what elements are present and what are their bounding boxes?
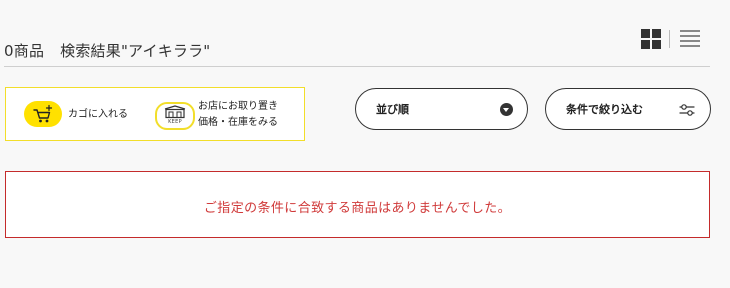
chevron-down-circle-icon [500,103,513,116]
header-divider [4,66,710,67]
view-toggle [641,29,703,49]
icon-legend: カゴに入れる KEEP お店にお取り置き 価格・在庫をみる [5,87,305,141]
result-count: 0商品 [4,42,45,60]
list-view-icon[interactable] [680,29,700,49]
sliders-icon [679,102,695,121]
keep-legend-label-line1: お店にお取り置き [198,101,278,112]
list-line [680,45,700,47]
list-line [680,30,700,32]
filter-button[interactable]: 条件で絞り込む [545,88,711,130]
sort-button[interactable]: 並び順 [355,88,528,130]
view-toggle-divider [669,30,670,48]
grid-cell [641,29,650,38]
no-results-message: ご指定の条件に合致する商品はありませんでした。 [203,201,512,216]
filter-button-label: 条件で絞り込む [566,103,643,116]
cart-plus-icon [24,101,62,127]
keep-badge-text: KEEP [168,119,182,125]
keep-store-icon: KEEP [155,102,195,130]
cart-legend-label: カゴに入れる [68,109,128,120]
grid-view-icon[interactable] [641,29,661,49]
list-line [680,35,700,37]
search-query-label: 検索結果"アイキララ" [60,42,211,60]
grid-cell [652,29,661,38]
keep-legend-label-line2: 価格・在庫をみる [198,117,278,128]
grid-cell [652,40,661,49]
grid-cell [641,40,650,49]
no-results-notice: ご指定の条件に合致する商品はありませんでした。 [5,171,710,238]
search-result-summary: 0商品 検索結果"アイキララ" [4,40,210,61]
sort-button-label: 並び順 [376,103,409,116]
list-line [680,40,700,42]
